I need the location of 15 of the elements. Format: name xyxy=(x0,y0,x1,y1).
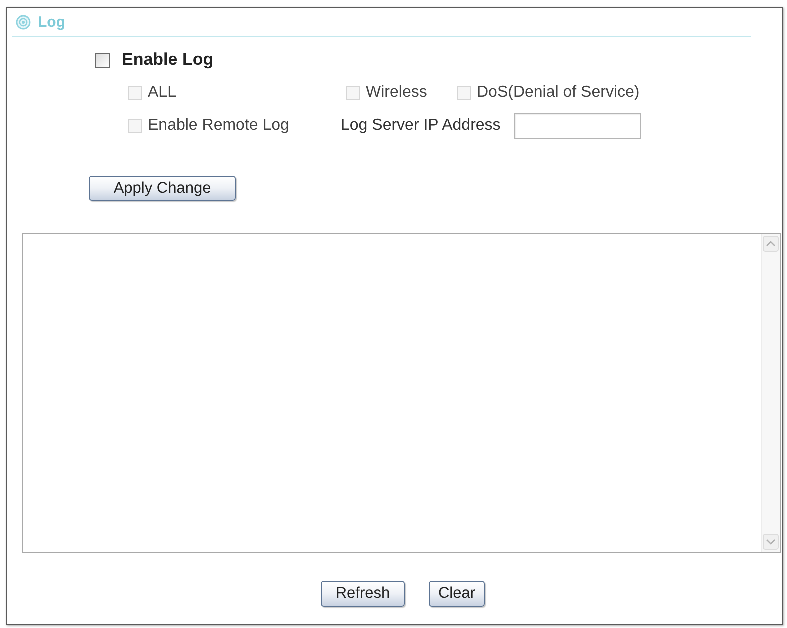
vertical-scrollbar[interactable] xyxy=(761,234,780,552)
action-button[interactable]: Refresh xyxy=(321,581,405,607)
checkbox-label: Wireless xyxy=(366,83,428,103)
section-title: Log xyxy=(38,14,66,30)
ring-icon xyxy=(16,14,31,30)
apply-change-button[interactable]: Apply Change xyxy=(89,176,236,201)
action-button[interactable]: Clear xyxy=(429,581,485,607)
checkbox[interactable] xyxy=(95,52,110,68)
checkbox-label: ALL xyxy=(148,83,176,103)
checkbox-label: DoS(Denial of Service) xyxy=(477,83,640,103)
checkbox-label: Enable Log xyxy=(122,49,214,72)
ip-address-field[interactable] xyxy=(514,113,641,139)
field-label: Log Server IP Address xyxy=(341,116,502,136)
log-textarea[interactable] xyxy=(22,233,781,553)
checkbox-label: Enable Remote Log xyxy=(148,116,290,136)
